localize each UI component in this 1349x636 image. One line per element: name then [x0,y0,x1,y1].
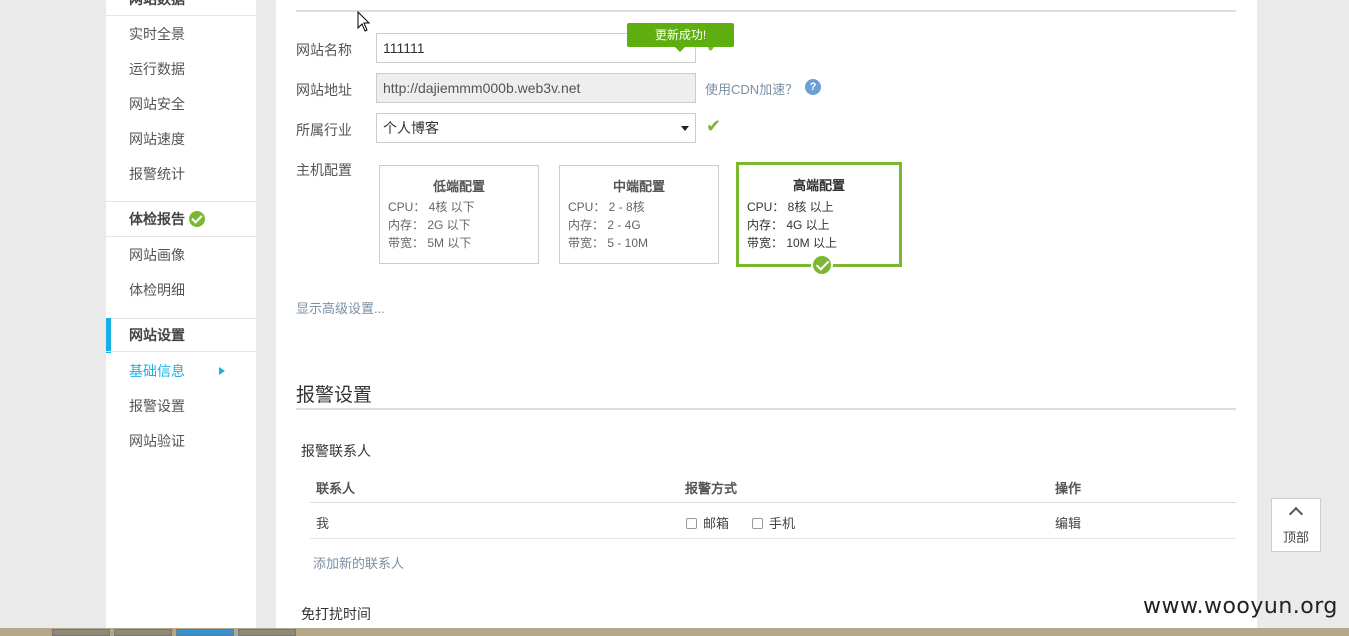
site-url-input: http://dajiemmm000b.web3v.net [376,73,696,103]
table-header-divider [310,502,1236,503]
selected-check-icon [811,254,833,276]
card-memory: 内存： 4G 以上 [747,218,830,232]
host-card-high[interactable]: 高端配置 CPU： 8核 以上 内存： 4G 以上 带宽： 10M 以上 [736,162,902,276]
check-icon [189,211,205,227]
arrow-up-icon [1288,506,1304,522]
column-header-action: 操作 [1055,481,1082,496]
dnd-time-label: 免打扰时间 [301,606,371,622]
host-config-label: 主机配置 [296,162,352,178]
industry-select[interactable]: 个人博客 [376,113,696,143]
phone-checkbox-label: 手机 [769,516,796,531]
section-divider [296,408,1236,410]
divider [106,15,256,16]
alarm-contacts-label: 报警联系人 [301,443,371,459]
mouse-cursor-icon [357,11,371,32]
divider [106,351,256,352]
nav-item-alarm-stats[interactable]: 报警统计 [106,157,256,192]
back-to-top-label: 顶部 [1282,530,1309,545]
nav-item-alarm-settings[interactable]: 报警设置 [106,389,256,424]
column-header-method: 报警方式 [685,481,738,496]
nav-item-label: 基础信息 [129,363,185,379]
nav-item-realtime[interactable]: 实时全景 [106,17,256,52]
card-cpu: CPU： 4核 以下 [388,200,475,214]
nav-group-label: 体检报告 [129,211,185,227]
success-toast: 更新成功! [627,23,734,52]
card-bandwidth: 带宽： 5M 以下 [388,236,472,250]
card-cpu: CPU： 2 - 8核 [568,200,645,214]
card-memory: 内存： 2G 以下 [388,218,471,232]
host-card-mid[interactable]: 中端配置 CPU： 2 - 8核 内存： 2 - 4G 带宽： 5 - 10M [559,165,719,264]
caret-right-icon [219,367,225,375]
host-card-low[interactable]: 低端配置 CPU： 4核 以下 内存： 2G 以下 带宽： 5M 以下 [379,165,539,264]
taskbar [0,628,1349,636]
edit-contact-link[interactable]: 编辑 [1055,513,1081,532]
nav-item-site-verify[interactable]: 网站验证 [106,424,256,459]
taskbar-button[interactable] [114,629,172,636]
card-title: 低端配置 [432,179,485,194]
checkbox-icon [686,518,697,529]
watermark: www.wooyun.org [1143,594,1338,619]
help-icon[interactable]: ? [805,79,821,95]
site-url-label: 网站地址 [296,82,352,98]
nav-item-check-details[interactable]: 体检明细 [106,273,256,308]
sidebar: 网站数据 实时全景 运行数据 网站安全 网站速度 报警统计 体检报告 网站画像 … [106,0,256,628]
divider [106,236,256,237]
email-checkbox-label: 邮箱 [703,516,730,531]
industry-select-value: 个人博客 [383,120,439,136]
valid-check-icon: ✔ [706,116,722,136]
card-title: 中端配置 [612,179,665,194]
nav-item-runtime-data[interactable]: 运行数据 [106,52,256,87]
table-row-divider [310,538,1236,539]
main-panel: 网站名称 111111 ✔ 更新成功! 网站地址 http://dajiemmm… [276,0,1257,628]
industry-label: 所属行业 [296,122,352,138]
taskbar-button[interactable] [238,629,296,636]
card-title: 高端配置 [792,178,845,193]
taskbar-button[interactable] [52,629,110,636]
section-divider [296,10,1236,12]
phone-checkbox[interactable]: 手机 [752,513,795,532]
site-name-label: 网站名称 [296,42,352,58]
advanced-settings-link[interactable]: 显示高级设置... [296,298,385,317]
contact-name: 我 [316,516,330,531]
email-checkbox[interactable]: 邮箱 [686,513,729,532]
add-contact-link[interactable]: 添加新的联系人 [313,553,404,572]
taskbar-button[interactable] [176,629,234,636]
back-to-top-button[interactable]: 顶部 [1271,498,1321,552]
card-memory: 内存： 2 - 4G [568,218,641,232]
checkbox-icon [752,518,763,529]
nav-item-basic-info[interactable]: 基础信息 [106,354,256,389]
alarm-section-title: 报警设置 [296,385,373,406]
nav-item-site-speed[interactable]: 网站速度 [106,122,256,157]
card-bandwidth: 带宽： 10M 以上 [747,236,838,250]
cdn-link[interactable]: 使用CDN加速？ [705,79,798,98]
nav-group-health-report: 体检报告 [106,202,256,237]
nav-item-site-profile[interactable]: 网站画像 [106,238,256,273]
dropdown-arrow-icon [681,126,689,131]
card-bandwidth: 带宽： 5 - 10M [568,236,649,250]
nav-item-site-security[interactable]: 网站安全 [106,87,256,122]
column-header-contact: 联系人 [316,481,356,496]
nav-group-site-settings: 网站设置 [106,318,256,353]
card-cpu: CPU： 8核 以上 [747,200,834,214]
